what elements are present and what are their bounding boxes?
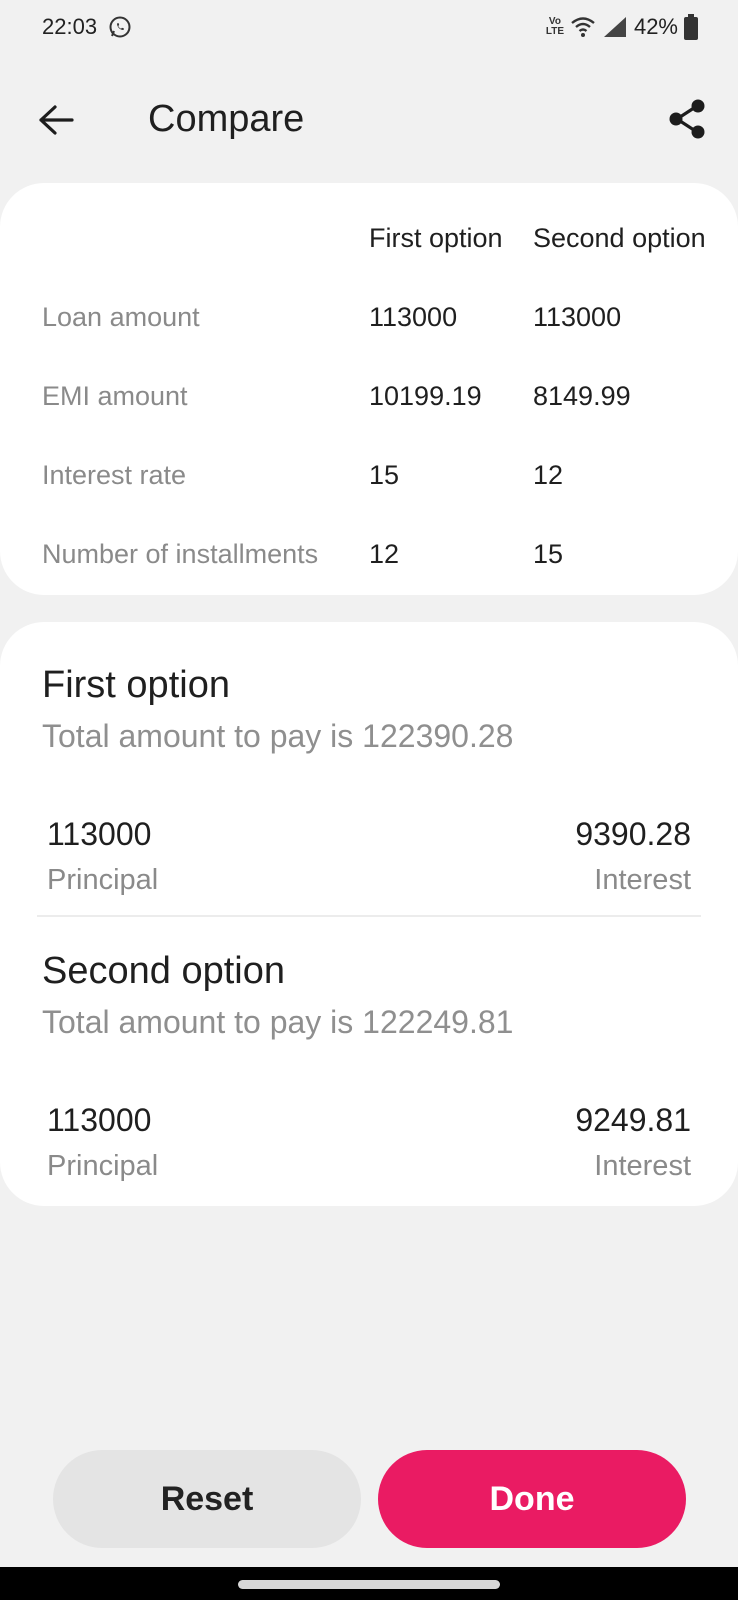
column-header-first: First option (369, 223, 503, 253)
status-icons: Vo LTE 42% (546, 12, 698, 42)
wifi-icon (571, 17, 595, 37)
emi-amount-first: 10199.19 (369, 381, 482, 411)
battery-percent: 42% (633, 14, 678, 39)
row-label-loan-amount: Loan amount (42, 302, 200, 332)
first-option-principal-label: Principal (47, 864, 159, 896)
status-time: 22:03 (42, 14, 98, 39)
battery-icon (684, 14, 698, 40)
compare-screen: 22:03 Vo LTE 42% Compare First option Se… (0, 0, 738, 1600)
installments-first: 12 (369, 539, 400, 569)
first-option-principal-value: 113000 (47, 816, 152, 852)
comparison-card: First option Second option Loan amount 1… (0, 183, 738, 595)
second-option-interest-value: 9249.81 (575, 1102, 691, 1138)
row-label-interest-rate: Interest rate (42, 460, 187, 490)
reset-button[interactable]: Reset (53, 1450, 361, 1548)
second-option-title: Second option (42, 950, 285, 992)
emi-amount-second: 8149.99 (533, 381, 631, 411)
share-button[interactable] (664, 96, 710, 142)
app-bar: Compare (0, 80, 738, 160)
column-header-second: Second option (533, 223, 706, 253)
status-bar: 22:03 Vo LTE 42% (0, 0, 738, 56)
whatsapp-icon (109, 16, 131, 38)
divider (37, 915, 701, 917)
loan-amount-first: 113000 (369, 302, 458, 332)
second-option-interest-label: Interest (594, 1150, 691, 1182)
home-indicator[interactable] (238, 1580, 500, 1589)
share-icon (669, 99, 705, 139)
loan-amount-second: 113000 (533, 302, 622, 332)
navigation-bar (0, 1567, 738, 1600)
signal-icon (603, 17, 626, 37)
page-title: Compare (148, 98, 305, 140)
row-label-installments: Number of installments (42, 539, 319, 569)
installments-second: 15 (533, 539, 564, 569)
volte-bottom-text: LTE (545, 26, 565, 37)
options-summary-card: First option Total amount to pay is 1223… (0, 622, 738, 1206)
second-option-principal-value: 113000 (47, 1102, 152, 1138)
second-option-principal-label: Principal (47, 1150, 159, 1182)
arrow-left-icon (39, 105, 74, 135)
first-option-total: Total amount to pay is 122390.28 (42, 718, 514, 754)
done-button[interactable]: Done (378, 1450, 686, 1548)
first-option-interest-label: Interest (594, 864, 691, 896)
interest-rate-first: 15 (369, 460, 400, 490)
second-option-total: Total amount to pay is 122249.81 (42, 1004, 514, 1040)
first-option-interest-value: 9390.28 (575, 816, 691, 852)
back-button[interactable] (34, 98, 78, 142)
row-label-emi-amount: EMI amount (42, 381, 188, 411)
first-option-title: First option (42, 664, 230, 706)
interest-rate-second: 12 (533, 460, 564, 490)
volte-icon: Vo LTE (546, 14, 564, 40)
